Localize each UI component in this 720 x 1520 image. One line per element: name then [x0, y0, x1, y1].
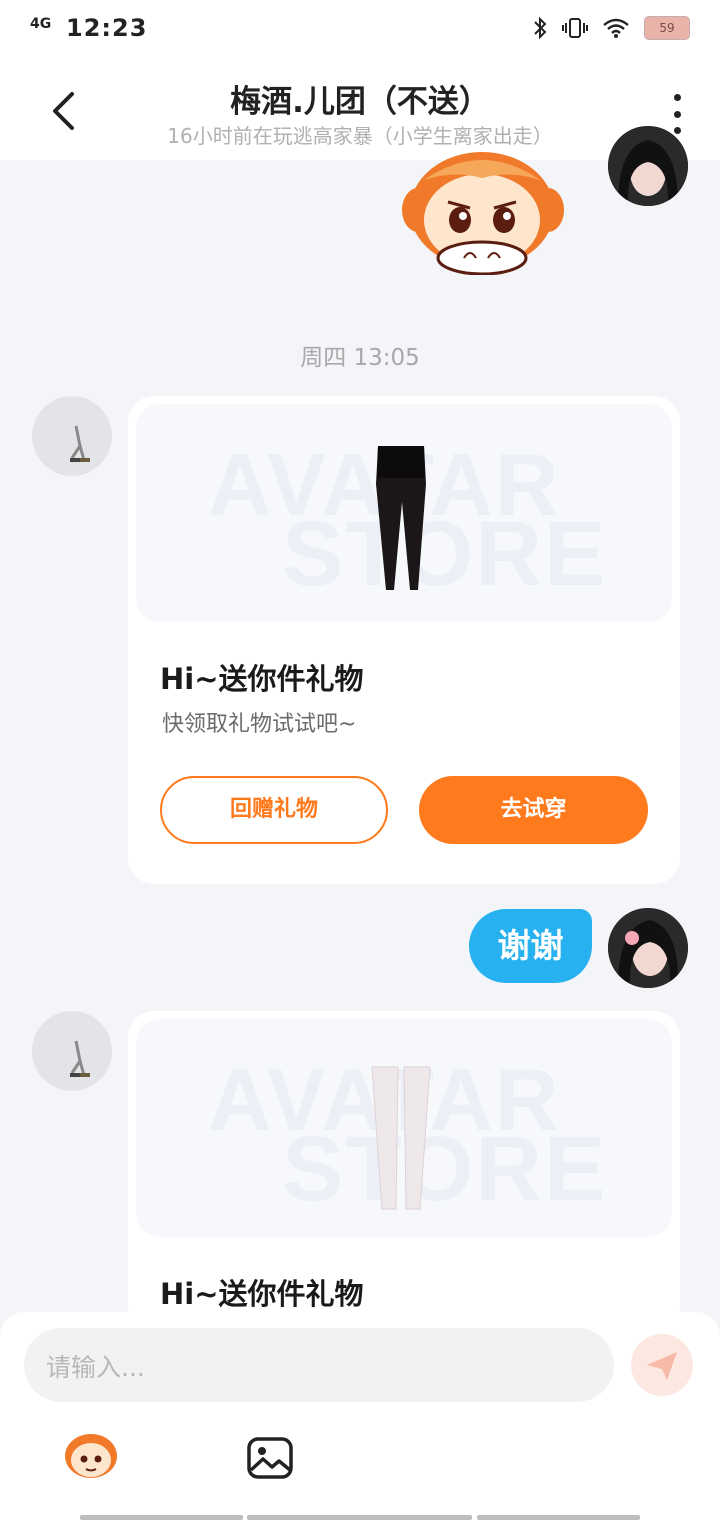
gift-card[interactable]: AVATAR STORE Hi~送你件礼物: [128, 1011, 680, 1331]
status-icons: 59: [532, 16, 690, 40]
avatar-figure: [70, 1040, 90, 1077]
sender-avatar[interactable]: [32, 1011, 112, 1091]
chat-header: 梅酒.儿团（不送） 16小时前在玩逃高家暴（小学生离家出走）: [0, 64, 720, 160]
crying-sticker[interactable]: [400, 150, 564, 275]
status-bar: 4G 12:23 59: [0, 0, 720, 64]
vibrate-icon: [562, 18, 588, 38]
chat-title: 梅酒.儿团（不送）: [230, 84, 490, 120]
image-picker-icon[interactable]: [246, 1436, 294, 1480]
message-input[interactable]: 请输入...: [24, 1328, 614, 1402]
wifi-icon: [603, 18, 629, 38]
chat-subtitle: 16小时前在玩逃高家暴（小学生离家出走）: [167, 124, 553, 148]
battery-icon: 59: [644, 16, 690, 40]
send-button[interactable]: [631, 1334, 693, 1396]
gift-title: Hi~送你件礼物: [160, 1277, 364, 1311]
avatar-photo: [608, 126, 688, 206]
more-options-icon[interactable]: [672, 94, 682, 134]
watermark-store: STORE: [282, 503, 608, 605]
gift-description: 快领取礼物试试吧~: [162, 712, 357, 737]
nav-bar-segment: [477, 1515, 640, 1520]
input-placeholder: 请输入...: [46, 1353, 145, 1382]
gift-image-panel: AVATAR STORE: [136, 404, 672, 622]
nav-bar-segment: [247, 1515, 472, 1520]
network-indicator: 4G: [30, 16, 52, 32]
message-timestamp: 周四 13:05: [300, 345, 420, 371]
bluetooth-icon: [534, 16, 547, 40]
input-bar: 请输入...: [0, 1312, 720, 1520]
watermark-store: STORE: [282, 1118, 608, 1220]
my-avatar[interactable]: [608, 126, 688, 206]
clock: 12:23: [66, 14, 148, 42]
my-message-bubble[interactable]: 谢谢: [469, 909, 592, 983]
emoji-sticker-icon[interactable]: [62, 1430, 120, 1482]
nav-bar-segment: [80, 1515, 243, 1520]
black-tights-image: [376, 446, 426, 590]
send-icon: [647, 1352, 677, 1380]
sender-avatar[interactable]: [32, 396, 112, 476]
try-on-button[interactable]: 去试穿: [419, 776, 648, 844]
avatar-figure: [70, 425, 90, 462]
gift-image-panel: AVATAR STORE: [136, 1019, 672, 1237]
gift-title: Hi~送你件礼物: [160, 662, 364, 696]
white-stockings-image: [371, 1066, 431, 1210]
return-gift-button[interactable]: 回赠礼物: [160, 776, 388, 844]
gift-card[interactable]: AVATAR STORE Hi~送你件礼物 快领取礼物试试吧~ 回赠礼物 去试穿: [128, 396, 680, 884]
my-avatar[interactable]: [608, 908, 688, 988]
avatar-photo: [608, 908, 688, 988]
